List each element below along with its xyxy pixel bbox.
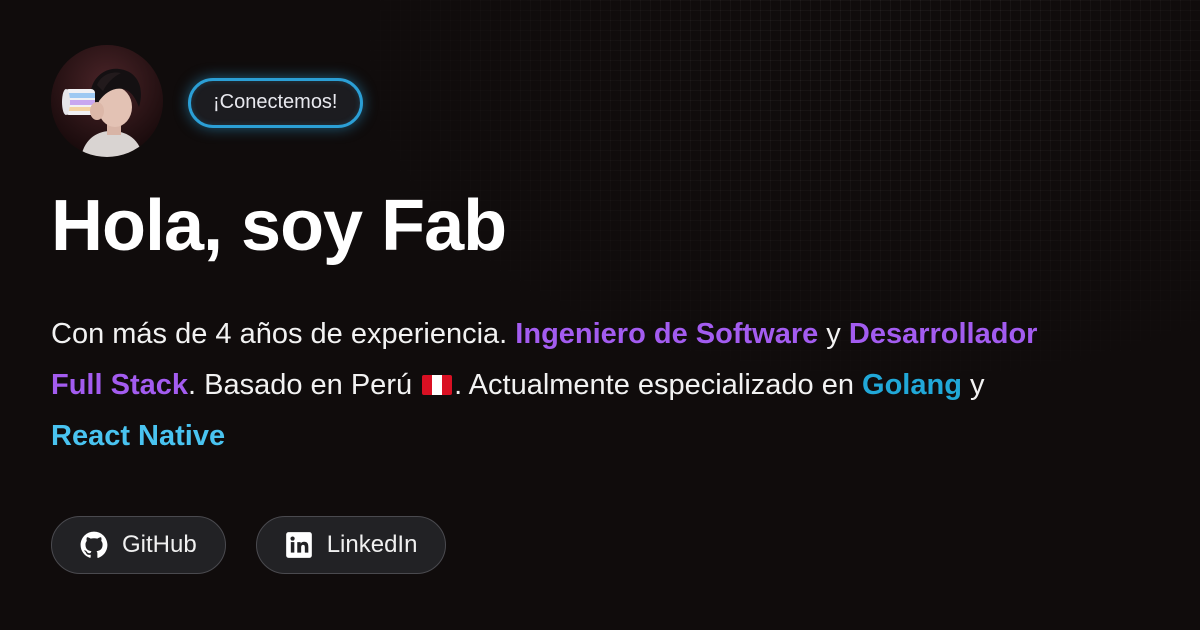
github-button-label: GitHub [122, 531, 197, 558]
github-icon [80, 531, 108, 559]
github-button[interactable]: GitHub [51, 516, 226, 574]
avatar [51, 45, 163, 157]
bio-specialization-text: . Actualmente especializado en [454, 369, 863, 401]
bio-conjunction-1: y [818, 318, 849, 350]
bio-location-text: . Basado en Perú [188, 369, 421, 401]
tech-react-native: React Native [51, 420, 226, 452]
bio-paragraph: Con más de 4 años de experiencia. Ingeni… [51, 309, 1051, 462]
linkedin-icon [285, 531, 313, 559]
avatar-portrait [51, 45, 163, 157]
linkedin-button[interactable]: LinkedIn [255, 516, 447, 574]
peru-flag-icon [422, 375, 453, 395]
bio-conjunction-2: y [961, 369, 985, 401]
social-links: GitHub LinkedIn [51, 516, 447, 574]
bio-intro-text: Con más de 4 años de experiencia. [51, 318, 516, 350]
hero-top-row: ¡Conectemos! [51, 45, 363, 157]
tech-golang: Golang [862, 369, 962, 401]
linkedin-button-label: LinkedIn [326, 531, 418, 558]
page-title: Hola, soy Fab [51, 186, 507, 266]
role-software-engineer: Ingeniero de Software [515, 318, 819, 350]
connect-button-label: ¡Conectemos! [213, 91, 338, 113]
connect-button[interactable]: ¡Conectemos! [188, 77, 363, 128]
